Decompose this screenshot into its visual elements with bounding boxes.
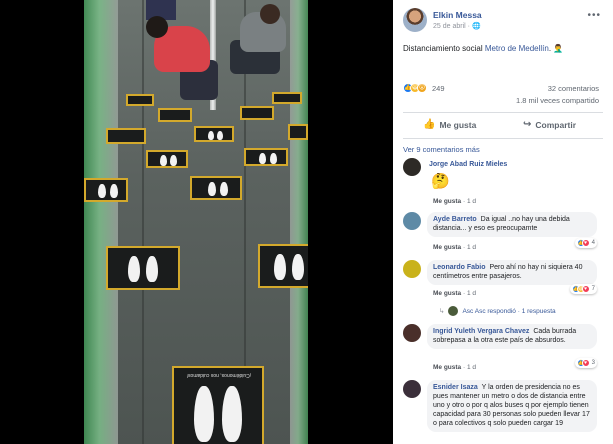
footprint-sticker — [106, 128, 146, 144]
comment-bubble: Leonardo Fabio Pero ahí no hay ni siquie… — [427, 260, 597, 285]
worker-head — [260, 4, 280, 24]
reply-avatar — [448, 306, 459, 316]
footprint-sticker — [240, 106, 274, 120]
comment-time[interactable]: 1 d — [467, 290, 476, 297]
footprint-sticker — [244, 148, 288, 166]
photo-viewer: ¡Cuidémonos, nos cuidamos! — [0, 0, 393, 444]
comment-reactions[interactable]: 👍 ♥ 4 — [574, 238, 597, 248]
share-arrow-icon: ↪ — [523, 119, 532, 130]
comment-meta: Me gusta · 1 d — [433, 290, 476, 297]
divider — [403, 112, 603, 113]
author-avatar[interactable] — [403, 8, 427, 32]
reactions-summary[interactable]: 👍 😆 😮 249 — [403, 82, 445, 94]
love-icon: ♥ — [581, 239, 590, 247]
shares-count[interactable]: 1.8 mil veces compartido — [516, 96, 599, 105]
commenter-avatar[interactable] — [403, 324, 421, 342]
comment-like-link[interactable]: Me gusta — [433, 290, 461, 297]
reply-arrow-icon: ↳ — [439, 308, 445, 315]
comment-time[interactable]: 1 d — [467, 364, 476, 371]
floor-seam — [142, 0, 144, 444]
comment-reactions[interactable]: 👍 ♥ 3 — [574, 358, 597, 368]
author-name[interactable]: Elkin Messa — [433, 10, 482, 20]
comment-like-link[interactable]: Me gusta — [433, 198, 461, 205]
view-more-comments-link[interactable]: Ver 9 comentarios más — [403, 145, 480, 154]
train-seat-left — [84, 0, 118, 444]
comments-count[interactable]: 32 comentarios — [548, 84, 599, 93]
comment-bubble: Ayde Barreto Da igual ..no hay una debid… — [427, 212, 597, 237]
commenter-name[interactable]: Ingrid Yuleth Vergara Chavez — [433, 328, 529, 335]
reaction-count: 249 — [432, 83, 445, 93]
post-text: Distanciamiento social Metro de Medellín… — [403, 44, 563, 53]
comment-like-link[interactable]: Me gusta — [433, 364, 461, 371]
footprint-sticker — [258, 244, 308, 288]
commenter-avatar[interactable] — [403, 158, 421, 176]
share-label: Compartir — [535, 119, 577, 130]
comment-like-link[interactable]: Me gusta — [433, 244, 461, 251]
footprint-sticker — [272, 92, 302, 104]
wow-icon: 😮 — [417, 83, 427, 93]
thumbs-up-icon: 👍 — [423, 119, 436, 130]
post-text-after: . 🤦‍♂️ — [548, 44, 564, 53]
commenter-avatar[interactable] — [403, 380, 421, 398]
love-icon: ♥ — [581, 359, 590, 367]
footprint-sticker-large: ¡Cuidémonos, nos cuidamos! — [172, 366, 264, 444]
commenter-name[interactable]: Esnider Isaza — [433, 384, 478, 391]
sticker-caption: ¡Cuidémonos, nos cuidamos! — [186, 372, 252, 378]
thinking-emoji: 🤔 — [431, 173, 450, 190]
comment-time[interactable]: 1 d — [467, 198, 476, 205]
reply-summary: Asc Asc respondió · 1 respuesta — [462, 307, 556, 315]
commenter-avatar[interactable] — [403, 212, 421, 230]
post-panel: Elkin Messa 25 de abril · 🌐 ••• Distanci… — [393, 0, 613, 444]
love-icon: ♥ — [581, 285, 590, 293]
footprint-sticker — [194, 126, 234, 142]
worker-head — [146, 16, 168, 38]
commenter-name[interactable]: Ayde Barreto — [433, 216, 477, 223]
like-label: Me gusta — [439, 119, 477, 130]
comment-time[interactable]: 1 d — [467, 244, 476, 251]
commenter-name[interactable]: Leonardo Fabio — [433, 264, 486, 271]
share-button[interactable]: ↪ Compartir — [523, 119, 576, 130]
divider — [403, 138, 603, 139]
post-text-before: Distanciamiento social — [403, 44, 485, 53]
replies-link[interactable]: ↳ Asc Asc respondió · 1 respuesta — [439, 306, 556, 316]
like-button[interactable]: 👍 Me gusta — [423, 119, 476, 130]
footprint-sticker — [190, 176, 242, 200]
comment-bubble: Ingrid Yuleth Vergara Chavez Cada burrad… — [427, 324, 597, 349]
footprint-sticker — [84, 178, 128, 202]
comment-bubble: Esnider Isaza Y la orden de presidencia … — [427, 380, 597, 432]
commenter-avatar[interactable] — [403, 260, 421, 278]
comment-meta: Me gusta · 1 d — [433, 364, 476, 371]
post-date-text: 25 de abril — [433, 23, 466, 30]
footprint-sticker — [146, 150, 188, 168]
post-date[interactable]: 25 de abril · 🌐 — [433, 22, 481, 30]
more-options-icon[interactable]: ••• — [587, 10, 601, 21]
comment-meta: Me gusta · 1 d — [433, 244, 476, 251]
post-photo[interactable]: ¡Cuidémonos, nos cuidamos! — [84, 0, 308, 444]
comment-reaction-count: 4 — [591, 240, 595, 246]
comment-meta: Me gusta · 1 d — [433, 198, 476, 205]
footprint-sticker — [288, 124, 308, 140]
train-seat-right — [290, 0, 308, 444]
comment-reaction-count: 3 — [591, 360, 595, 366]
footprint-sticker — [106, 246, 180, 290]
globe-icon: 🌐 — [471, 23, 481, 30]
footprint-sticker — [126, 94, 154, 106]
footprint-sticker — [158, 108, 192, 122]
comment-reaction-count: 7 — [591, 286, 595, 292]
page-link[interactable]: Metro de Medellín — [485, 44, 549, 53]
comment-reactions[interactable]: 👍 😆 ♥ 7 — [569, 284, 597, 294]
commenter-name[interactable]: Jorge Abad Ruiz Mieles — [429, 161, 507, 168]
